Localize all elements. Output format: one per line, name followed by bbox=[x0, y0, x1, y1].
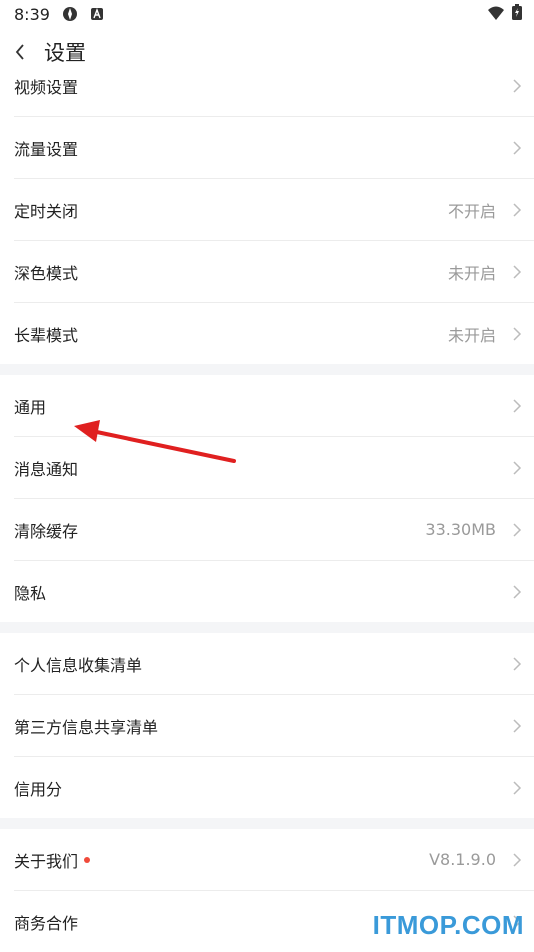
settings-row-about-us[interactable]: 关于我们 V8.1.9.0 bbox=[14, 829, 534, 891]
row-value: 不开启 bbox=[447, 201, 496, 221]
app-notification-icon bbox=[62, 6, 78, 22]
chevron-right-icon bbox=[513, 78, 522, 93]
settings-row-privacy[interactable]: 隐私 bbox=[14, 561, 534, 622]
chevron-right-icon bbox=[513, 522, 522, 537]
row-label: 商务合作 bbox=[14, 913, 79, 933]
settings-row-traffic[interactable]: 流量设置 bbox=[14, 117, 534, 179]
chevron-right-icon bbox=[513, 584, 522, 599]
chevron-right-icon bbox=[513, 202, 522, 217]
chevron-right-icon bbox=[513, 780, 522, 795]
settings-list: 视频设置 流量设置 定时关闭 不开启 深色模式 未开启 长辈模式 未开启 通用 … bbox=[0, 55, 534, 952]
row-label: 隐私 bbox=[14, 583, 47, 603]
section-divider bbox=[0, 818, 534, 829]
row-label: 清除缓存 bbox=[14, 521, 79, 541]
chevron-right-icon bbox=[513, 398, 522, 413]
section-divider bbox=[0, 622, 534, 633]
row-value: 未开启 bbox=[447, 325, 496, 345]
section-divider bbox=[0, 364, 534, 375]
row-label: 定时关闭 bbox=[14, 201, 79, 221]
row-value: 未开启 bbox=[447, 263, 496, 283]
chevron-right-icon bbox=[513, 852, 522, 867]
row-label: 通用 bbox=[14, 397, 47, 417]
settings-row-personal-info-list[interactable]: 个人信息收集清单 bbox=[14, 633, 534, 695]
row-label: 信用分 bbox=[14, 779, 63, 799]
chevron-right-icon bbox=[513, 264, 522, 279]
chevron-right-icon bbox=[513, 718, 522, 733]
row-label: 视频设置 bbox=[14, 77, 79, 97]
row-label: 长辈模式 bbox=[14, 325, 79, 345]
row-label: 流量设置 bbox=[14, 139, 79, 159]
about-us-label: 关于我们 bbox=[14, 851, 79, 871]
status-bar: 8:39 bbox=[0, 0, 534, 28]
row-value: V8.1.9.0 bbox=[429, 850, 496, 869]
wifi-icon bbox=[488, 5, 504, 24]
chevron-right-icon bbox=[513, 140, 522, 155]
row-label: 消息通知 bbox=[14, 459, 79, 479]
settings-row-notifications[interactable]: 消息通知 bbox=[14, 437, 534, 499]
settings-row-timer-close[interactable]: 定时关闭 不开启 bbox=[14, 179, 534, 241]
settings-row-third-party-list[interactable]: 第三方信息共享清单 bbox=[14, 695, 534, 757]
watermark-text: ITMOP.COM bbox=[372, 910, 524, 940]
settings-row-elder-mode[interactable]: 长辈模式 未开启 bbox=[14, 303, 534, 364]
new-badge-dot bbox=[84, 857, 91, 863]
row-label: 第三方信息共享清单 bbox=[14, 717, 159, 737]
settings-row-clear-cache[interactable]: 清除缓存 33.30MB bbox=[14, 499, 534, 561]
a-notification-icon bbox=[90, 7, 104, 21]
row-label: 个人信息收集清单 bbox=[14, 655, 143, 675]
row-label: 深色模式 bbox=[14, 263, 79, 283]
row-label: 关于我们 bbox=[14, 848, 91, 872]
status-time: 8:39 bbox=[14, 4, 50, 24]
chevron-right-icon bbox=[513, 656, 522, 671]
battery-icon bbox=[512, 4, 522, 24]
settings-row-video[interactable]: 视频设置 bbox=[14, 55, 534, 117]
chevron-right-icon bbox=[513, 326, 522, 341]
settings-row-credit-score[interactable]: 信用分 bbox=[14, 757, 534, 818]
settings-row-general[interactable]: 通用 bbox=[14, 375, 534, 437]
settings-row-dark-mode[interactable]: 深色模式 未开启 bbox=[14, 241, 534, 303]
chevron-right-icon bbox=[513, 460, 522, 475]
row-value: 33.30MB bbox=[425, 520, 496, 539]
